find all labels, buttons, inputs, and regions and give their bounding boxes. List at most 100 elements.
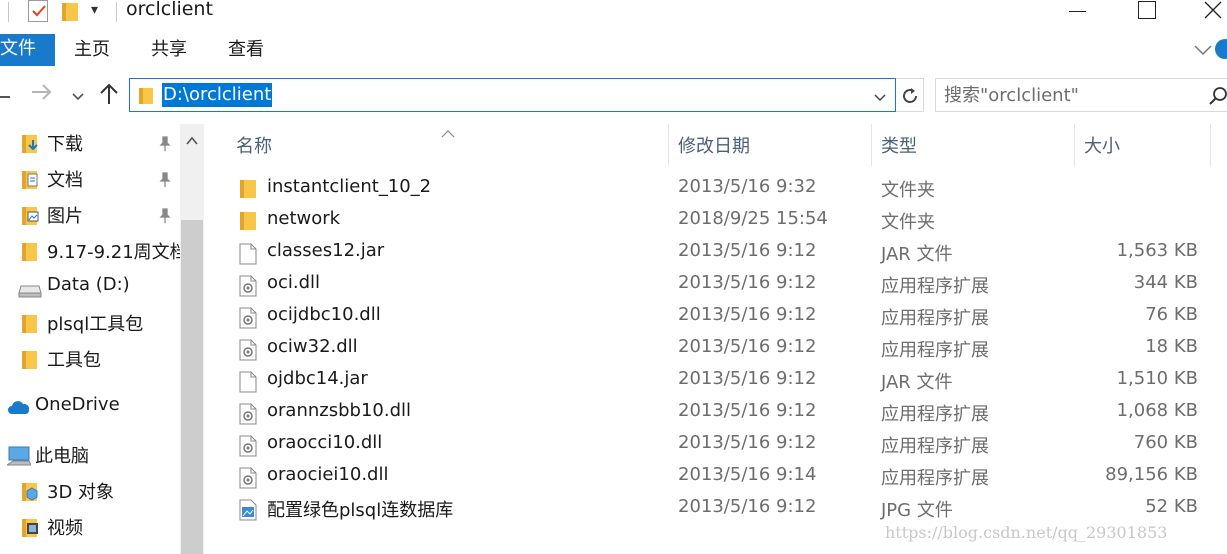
pin-icon[interactable] <box>157 208 173 229</box>
properties-check-icon[interactable] <box>28 0 48 22</box>
column-header-name[interactable]: 名称 <box>236 128 272 166</box>
help-icon[interactable] <box>1215 39 1227 59</box>
nav-item-this-pc[interactable]: 此电脑 <box>0 438 180 472</box>
nav-item-plsql-tools[interactable]: plsql工具包 <box>0 306 180 340</box>
search-input[interactable] <box>944 83 1194 107</box>
file-name: ojdbc14.jar <box>267 368 368 389</box>
column-separator[interactable] <box>668 124 669 166</box>
file-size: 1,510 KB <box>1116 368 1198 389</box>
column-header-date[interactable]: 修改日期 <box>678 128 750 166</box>
nav-item-onedrive[interactable]: OneDrive <box>0 390 180 424</box>
navigation-bar: D:\orclclient <box>0 72 1227 118</box>
column-separator[interactable] <box>1074 124 1075 166</box>
file-size: 1,068 KB <box>1116 400 1198 421</box>
table-row[interactable]: classes12.jar 2013/5/16 9:12 JAR 文件 1,56… <box>205 237 1227 269</box>
search-icon[interactable] <box>1208 86 1227 111</box>
file-size: 760 KB <box>1133 432 1198 453</box>
file-date: 2013/5/16 9:12 <box>678 272 817 293</box>
quick-access-separator <box>8 2 9 22</box>
tab-file[interactable]: 文件 <box>0 34 55 66</box>
close-button[interactable] <box>1190 0 1227 26</box>
nav-item-data-drive[interactable]: Data (D:) <box>0 270 180 304</box>
file-type: 应用程序扩展 <box>881 276 989 297</box>
nav-pane-scroll-thumb[interactable] <box>181 220 203 554</box>
back-arrow-icon[interactable] <box>0 85 10 98</box>
ribbon: 文件 主页 共享 查看 <box>0 26 1227 70</box>
address-dropdown-icon[interactable] <box>873 88 887 109</box>
nav-item-downloads[interactable]: 下载 <box>0 126 180 160</box>
nav-item-documents[interactable]: 文档 <box>0 162 180 196</box>
nav-item-weekly-docs[interactable]: 9.17-9.21周文档 <box>0 234 188 268</box>
nav-item-pictures[interactable]: 图片 <box>0 198 180 232</box>
dll-icon <box>239 307 257 334</box>
pin-icon[interactable] <box>157 172 173 193</box>
file-name: ociw32.dll <box>267 336 358 357</box>
nav-item-3d-objects[interactable]: 3D 对象 <box>0 474 180 508</box>
file-date: 2013/5/16 9:12 <box>678 368 817 389</box>
folder-icon <box>21 242 41 267</box>
file-date: 2013/5/16 9:12 <box>678 496 817 517</box>
dll-icon <box>239 275 257 302</box>
nav-item-toolkit[interactable]: 工具包 <box>0 342 180 376</box>
address-path[interactable]: D:\orclclient <box>162 83 273 107</box>
pin-icon[interactable] <box>157 136 173 157</box>
refresh-button[interactable] <box>896 78 924 112</box>
this-pc-icon <box>5 446 32 471</box>
dll-icon <box>239 435 257 462</box>
file-name: orannzsbb10.dll <box>267 400 411 421</box>
folder-icon <box>21 314 41 339</box>
table-row[interactable]: network 2018/9/25 15:54 文件夹 <box>205 205 1227 237</box>
file-type: 应用程序扩展 <box>881 340 989 361</box>
dll-icon <box>239 403 257 430</box>
minimize-button[interactable] <box>1058 0 1104 26</box>
file-type: 文件夹 <box>881 180 935 201</box>
table-row[interactable]: oraocci10.dll 2013/5/16 9:12 应用程序扩展 760 … <box>205 429 1227 461</box>
up-arrow-icon[interactable] <box>98 82 120 111</box>
column-separator[interactable] <box>1210 124 1211 166</box>
table-row[interactable]: ojdbc14.jar 2013/5/16 9:12 JAR 文件 1,510 … <box>205 365 1227 397</box>
dll-icon <box>239 467 257 494</box>
recent-locations-chevron-icon[interactable] <box>72 86 84 107</box>
download-folder-icon <box>21 134 41 159</box>
address-bar[interactable]: D:\orclclient <box>129 78 896 112</box>
nav-item-videos[interactable]: 视频 <box>0 510 180 544</box>
column-header-type[interactable]: 类型 <box>881 128 917 166</box>
quick-access-dropdown-icon[interactable]: ▾ <box>91 2 98 18</box>
documents-folder-icon <box>21 170 41 195</box>
navigation-pane: 下载 文档 图片 9.17-9.21周文档 Data (D:) plsql工具包… <box>0 124 205 554</box>
tab-share[interactable]: 共享 <box>151 34 187 66</box>
maximize-button[interactable] <box>1124 0 1170 26</box>
search-box[interactable] <box>935 78 1227 112</box>
file-size: 344 KB <box>1133 272 1198 293</box>
expand-ribbon-chevron-icon[interactable] <box>1194 40 1212 61</box>
drive-icon <box>18 282 42 303</box>
table-row[interactable]: instantclient_10_2 2013/5/16 9:32 文件夹 <box>205 173 1227 205</box>
table-row[interactable]: orannzsbb10.dll 2013/5/16 9:12 应用程序扩展 1,… <box>205 397 1227 429</box>
file-icon <box>239 371 257 398</box>
dll-icon <box>239 339 257 366</box>
table-row[interactable]: ocijdbc10.dll 2013/5/16 9:12 应用程序扩展 76 K… <box>205 301 1227 333</box>
file-name: ocijdbc10.dll <box>267 304 381 325</box>
table-row[interactable]: 配置绿色plsql连数据库 2013/5/16 9:12 JPG 文件 52 K… <box>205 493 1227 525</box>
new-folder-icon[interactable] <box>61 2 79 27</box>
column-separator[interactable] <box>871 124 872 166</box>
column-header-size[interactable]: 大小 <box>1084 128 1120 166</box>
scroll-up-arrow-icon[interactable] <box>186 130 198 151</box>
file-type: 应用程序扩展 <box>881 404 989 425</box>
file-name: oraociei10.dll <box>267 464 389 485</box>
table-row[interactable]: ociw32.dll 2013/5/16 9:12 应用程序扩展 18 KB <box>205 333 1227 365</box>
file-name: 配置绿色plsql连数据库 <box>267 500 454 521</box>
file-name: network <box>267 208 341 229</box>
tab-home[interactable]: 主页 <box>74 34 110 66</box>
title-bar: ▾ orclclient <box>0 0 1227 26</box>
file-date: 2013/5/16 9:12 <box>678 304 817 325</box>
onedrive-icon <box>7 400 31 421</box>
forward-arrow-icon[interactable] <box>30 82 54 107</box>
table-row[interactable]: oraociei10.dll 2013/5/16 9:14 应用程序扩展 89,… <box>205 461 1227 493</box>
file-date: 2013/5/16 9:12 <box>678 400 817 421</box>
table-row[interactable]: oci.dll 2013/5/16 9:12 应用程序扩展 344 KB <box>205 269 1227 301</box>
tab-view[interactable]: 查看 <box>228 34 264 66</box>
file-type: JPG 文件 <box>881 500 953 521</box>
file-type: 应用程序扩展 <box>881 308 989 329</box>
address-folder-icon <box>138 87 154 110</box>
